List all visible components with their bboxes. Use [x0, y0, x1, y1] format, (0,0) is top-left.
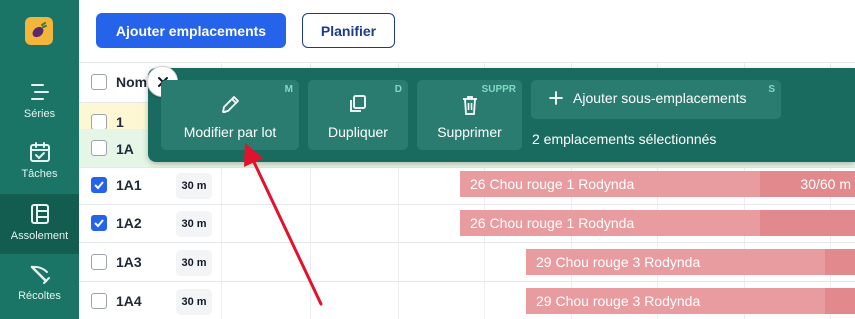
sidebar-item-assolement[interactable]: Assolement	[0, 194, 79, 254]
eggplant-logo-icon	[32, 22, 47, 38]
add-sub-locations-label: Ajouter sous-emplacements	[573, 90, 747, 106]
layout-icon	[30, 204, 49, 224]
app-window: Séries Tâches Assolement Récoltes Ajoute…	[0, 0, 855, 319]
planting-bar-progress: 30/60 m	[800, 176, 851, 192]
copy-icon	[350, 95, 366, 112]
row-length: 30 m	[176, 211, 212, 237]
planting-bar-label: 29 Chou rouge 3 Rodynda	[536, 293, 701, 309]
planting-bar-end: 30/60 m	[760, 171, 855, 197]
row-name: 1A4	[116, 293, 142, 309]
duplicate-button[interactable]: D Dupliquer	[308, 80, 408, 150]
duplicate-label: Dupliquer	[328, 124, 388, 140]
planting-bar[interactable]: 26 Chou rouge 1 Rodynda 30/60 m	[460, 171, 855, 197]
planting-bar-end	[825, 288, 855, 314]
planting-bar-end	[760, 210, 855, 236]
sidebar-item-taches[interactable]: Tâches	[0, 140, 79, 186]
sidebar-item-series[interactable]: Séries	[0, 80, 79, 126]
row-length: 30 m	[176, 250, 212, 276]
row-name: 1A3	[116, 254, 142, 270]
add-locations-button[interactable]: Ajouter emplacements	[96, 13, 286, 48]
row-name: 1A2	[116, 215, 142, 231]
row-length: 30 m	[176, 289, 212, 315]
batch-edit-label: Modifier par lot	[183, 124, 277, 140]
select-all-checkbox[interactable]	[91, 74, 107, 90]
sidebar-item-label: Séries	[23, 108, 56, 120]
add-sub-locations-button[interactable]: S Ajouter sous-emplacements	[531, 80, 781, 119]
plus-icon	[549, 91, 563, 105]
app-logo[interactable]	[25, 17, 53, 45]
trash-icon	[462, 96, 477, 115]
row-checkbox[interactable]	[91, 215, 107, 231]
delete-button[interactable]: SUPPR Supprimer	[417, 80, 522, 150]
plan-button[interactable]: Planifier	[302, 13, 395, 48]
selection-count: 2 emplacements sélectionnés	[532, 131, 717, 147]
row-name: 1A	[116, 141, 134, 157]
row-name: 1A1	[116, 177, 142, 193]
row-name: 1	[116, 114, 124, 130]
pencil-icon	[222, 96, 239, 113]
series-icon	[30, 84, 49, 100]
planting-bar-label: 26 Chou rouge 1 Rodynda	[470, 176, 635, 192]
shortcut-hint: D	[394, 84, 402, 95]
sidebar: Séries Tâches Assolement Récoltes	[0, 0, 79, 319]
batch-edit-button[interactable]: M Modifier par lot	[161, 80, 299, 150]
checkmark-icon	[94, 181, 104, 190]
sidebar-item-label: Assolement	[10, 230, 69, 242]
row-checkbox[interactable]	[91, 293, 107, 309]
harvest-icon	[30, 265, 50, 284]
row-length: 30 m	[176, 173, 212, 199]
calendar-check-icon	[29, 142, 50, 162]
sidebar-item-recoltes[interactable]: Récoltes	[0, 262, 79, 312]
sidebar-item-label: Récoltes	[18, 290, 61, 302]
planting-bar-label: 29 Chou rouge 3 Rodynda	[536, 254, 701, 270]
shortcut-hint: M	[284, 84, 293, 95]
shortcut-hint: SUPPR	[481, 84, 516, 95]
row-checkbox[interactable]	[91, 177, 107, 193]
delete-label: Supprimer	[437, 124, 502, 140]
planting-bar-end	[825, 249, 855, 275]
shortcut-hint: S	[768, 84, 775, 95]
planting-bar[interactable]: 29 Chou rouge 3 Rodynda	[526, 249, 855, 275]
column-header-name: Nom	[116, 74, 148, 90]
sidebar-item-label: Tâches	[21, 168, 58, 180]
row-checkbox[interactable]	[91, 254, 107, 270]
row-checkbox[interactable]	[91, 140, 107, 156]
checkmark-icon	[94, 219, 104, 228]
planting-bar[interactable]: 29 Chou rouge 3 Rodynda	[526, 288, 855, 314]
row-checkbox[interactable]	[91, 114, 107, 130]
planting-bar[interactable]: 26 Chou rouge 1 Rodynda	[460, 210, 855, 236]
planting-bar-label: 26 Chou rouge 1 Rodynda	[470, 215, 635, 231]
